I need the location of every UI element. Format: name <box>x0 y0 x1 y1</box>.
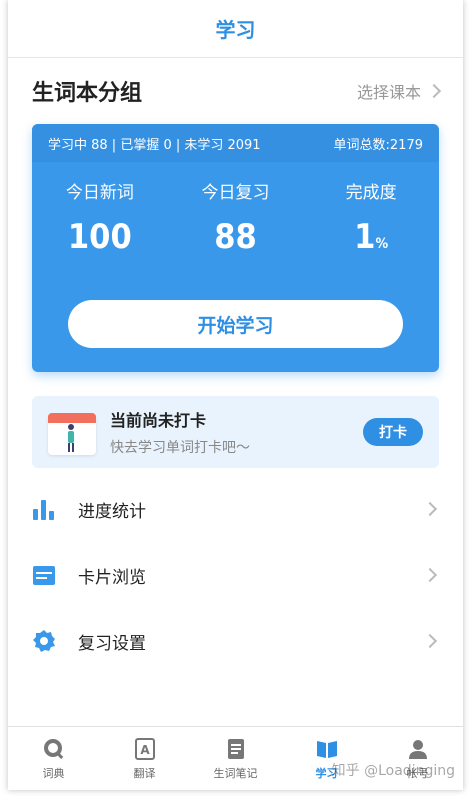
notes-icon <box>224 737 248 761</box>
checkin-text: 当前尚未打卡 快去学习单词打卡吧～ <box>110 407 250 457</box>
translate-icon: A <box>133 737 157 761</box>
word-total-text: 单词总数:2179 <box>333 137 423 153</box>
bar-chart-icon <box>32 497 56 521</box>
stat-review: 今日复习 88 <box>175 178 295 257</box>
watermark: 知乎 @Loadinging <box>331 763 455 779</box>
tab-dictionary[interactable]: 词典 <box>19 737 89 781</box>
tab-label: 生词笔记 <box>213 766 258 780</box>
study-icon <box>315 737 339 761</box>
stat-label: 今日复习 <box>201 183 270 203</box>
tab-word-notes[interactable]: 生词笔记 <box>201 737 271 781</box>
checkin-banner: 当前尚未打卡 快去学习单词打卡吧～ 打卡 <box>32 396 439 468</box>
checkin-title: 当前尚未打卡 <box>110 411 207 430</box>
menu-label: 复习设置 <box>78 633 146 654</box>
chevron-right-icon <box>422 567 438 583</box>
bottom-tab-bar: 词典 A 翻译 生词笔记 学习 帐号 <box>8 726 463 790</box>
settings-menu: 进度统计 卡片浏览 复习设置 <box>8 476 463 674</box>
navigation-bar: 学习 <box>8 0 463 58</box>
menu-item-card-browse[interactable]: 卡片浏览 <box>8 542 463 608</box>
checkin-button[interactable]: 打卡 <box>363 418 423 446</box>
select-textbook-label: 选择课本 <box>356 83 421 102</box>
page-title: 学习 <box>215 18 256 42</box>
gear-icon <box>32 629 56 653</box>
menu-label: 卡片浏览 <box>78 567 146 588</box>
chevron-right-icon <box>422 633 438 649</box>
menu-item-progress-stats[interactable]: 进度统计 <box>8 476 463 542</box>
account-icon <box>406 737 430 761</box>
tab-label: 翻译 <box>133 766 156 780</box>
dictionary-icon <box>42 737 66 761</box>
stat-value: 1% <box>354 217 389 257</box>
select-textbook-link[interactable]: 选择课本 <box>356 79 442 103</box>
svg-text:A: A <box>140 743 150 757</box>
menu-item-review-settings[interactable]: 复习设置 <box>8 608 463 674</box>
checkin-subtitle: 快去学习单词打卡吧～ <box>110 440 250 456</box>
cards-icon <box>32 563 56 587</box>
chevron-right-icon <box>422 501 438 517</box>
stats-row: 今日新词 100 今日复习 88 完成度 1% <box>32 178 439 257</box>
chevron-right-icon <box>426 83 442 99</box>
app-screen: 学习 生词本分组 选择课本 学习中 88 | 已掌握 0 | 未学习 2091 … <box>8 0 463 790</box>
section-title: 生词本分组 <box>32 81 143 106</box>
learning-status-text: 学习中 88 | 已掌握 0 | 未学习 2091 <box>48 137 261 153</box>
stat-label: 今日新词 <box>65 183 134 203</box>
start-learning-button[interactable]: 开始学习 <box>68 300 403 348</box>
stat-label: 完成度 <box>345 183 397 203</box>
tab-translate[interactable]: A 翻译 <box>110 737 180 781</box>
stat-value: 88 <box>214 217 257 257</box>
section-header: 生词本分组 选择课本 <box>8 58 463 124</box>
menu-label: 进度统计 <box>78 501 146 522</box>
stat-new-words: 今日新词 100 <box>40 178 160 257</box>
stat-completion: 完成度 1% <box>311 178 431 257</box>
calendar-illustration-icon <box>48 409 96 455</box>
card-status-bar: 学习中 88 | 已掌握 0 | 未学习 2091 单词总数:2179 <box>32 124 439 162</box>
study-summary-card: 学习中 88 | 已掌握 0 | 未学习 2091 单词总数:2179 今日新词… <box>32 124 439 372</box>
stat-value: 100 <box>67 217 132 257</box>
tab-label: 词典 <box>42 766 65 780</box>
